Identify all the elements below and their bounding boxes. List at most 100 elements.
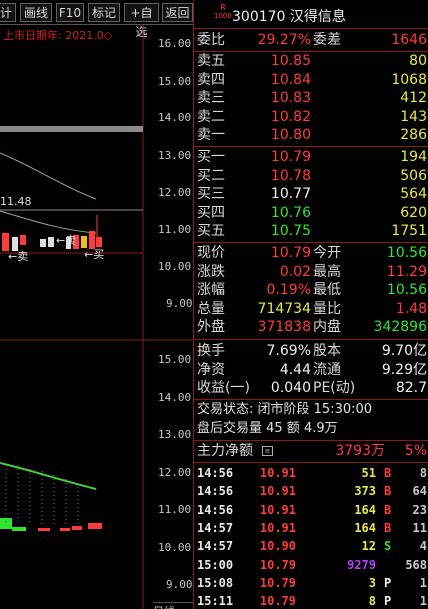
volume-bar [12, 527, 26, 531]
finance-value: 9.70亿 [381, 343, 427, 359]
list-icon[interactable]: ≡ [262, 446, 273, 456]
toolbar-button-mark[interactable]: 标记 [88, 3, 120, 22]
volume-bar [88, 523, 102, 529]
ask-price: 10.82 [270, 108, 311, 125]
ma-line-upper [0, 152, 97, 200]
bid-volume: 1751 [391, 223, 427, 239]
stat-label: 量比 [313, 300, 341, 317]
candle [20, 235, 26, 245]
toolbar-button-calc[interactable]: 计 [0, 3, 16, 22]
tick-price: 10.91 [259, 520, 296, 535]
toolbar-button-f10[interactable]: F10 [56, 3, 84, 22]
tick-time: 14:57 [197, 539, 234, 554]
bid-price: 10.78 [270, 167, 311, 184]
finance-value: 82.7 [395, 380, 427, 396]
volume-axis-label: 9.00 [166, 578, 193, 591]
toolbar-button-add-watchlist[interactable]: +自选 [124, 3, 159, 39]
stat-label: 总量 [197, 300, 225, 317]
after-hours-text: 盘后交易量 45 额 4.9万 [197, 421, 338, 436]
volume-bar [72, 526, 82, 530]
ask-label: 卖四 [197, 71, 225, 88]
price-axis-label: 12.00 [158, 186, 192, 199]
tick-volume: 3 [368, 575, 376, 590]
ask-label: 卖二 [197, 108, 225, 125]
tick-count: 1 [419, 575, 427, 590]
toolbar-button-back[interactable]: 返回 [162, 3, 193, 22]
bid-price: 10.79 [270, 149, 311, 165]
diff-label: 委差 [313, 32, 341, 48]
tick-time: 14:57 [197, 520, 234, 535]
tick-row: 14:57 10.91 164 B 11 [194, 519, 428, 537]
volume-axis-label: 15.00 [158, 353, 192, 366]
tab-daily[interactable]: 日线 [153, 602, 193, 609]
ask-row: 卖一 10.80 286 [194, 126, 428, 145]
bid-price: 10.75 [270, 223, 311, 239]
tick-price: 10.91 [259, 466, 296, 480]
tick-side: S [384, 539, 392, 554]
ask-price: 10.84 [270, 71, 311, 88]
kline-chart-area[interactable]: 上市日期年: 2021.0◇ 16.00 15.00 14.00 13.00 1… [0, 25, 193, 609]
stat-value: 10.79 [270, 245, 311, 261]
after-hours-volume: 盘后交易量 45 额 4.9万 [194, 420, 428, 439]
volume-axis-label: 11.00 [158, 503, 192, 516]
tick-price: 10.79 [259, 557, 296, 572]
bid-label: 买五 [197, 223, 225, 239]
tick-volume: 51 [361, 466, 376, 480]
stat-row: 现价 10.79 今开 10.56 [194, 244, 428, 263]
price-band-marker [0, 126, 143, 132]
stat-label: 涨跌 [197, 263, 225, 280]
tick-volume: 373 [354, 484, 376, 499]
bid-label: 买三 [197, 186, 225, 202]
toolbar-button-draw-line[interactable]: 画线 [20, 3, 52, 22]
diff-value: 1646 [391, 32, 427, 48]
volume-axis-label: 14.00 [158, 391, 192, 404]
main-net-pct: 5% [404, 443, 427, 459]
bid-label: 买二 [197, 167, 225, 184]
bid-row: 买四 10.76 620 [194, 204, 428, 223]
bid-label: 买四 [197, 204, 225, 221]
ask-label: 卖五 [197, 53, 225, 69]
ask-volume: 80 [409, 53, 427, 69]
ma-line-lower [0, 210, 97, 234]
ask-label: 卖三 [197, 90, 225, 106]
main-net-row[interactable]: 主力净额 ≡ 3793万 5% [194, 442, 428, 461]
tick-row: 15:08 10.79 3 P 1 [194, 574, 428, 592]
tick-price: 10.79 [259, 575, 296, 590]
finance-row: 收益(一) 0.040 PE(动) 82.7 [194, 379, 428, 398]
stat-label: 内盘 [313, 319, 341, 335]
finance-value: 0.040 [270, 380, 311, 396]
ask-volume: 143 [400, 108, 427, 125]
tick-price: 10.90 [259, 539, 296, 554]
stat-value: 11.29 [386, 263, 427, 280]
tick-price: 10.91 [259, 484, 296, 499]
price-axis-label: 13.00 [158, 149, 192, 162]
tick-time: 15:00 [197, 557, 234, 572]
stat-value: 371838 [257, 319, 311, 335]
ratio-label: 委比 [197, 32, 225, 48]
price-axis-label: 11.00 [158, 223, 192, 236]
stock-code-name: 300170 汉得信息 [232, 6, 346, 26]
ask-price: 10.85 [270, 53, 311, 69]
main-net-value: 3793万 [335, 443, 385, 459]
volume-ma-line [0, 462, 97, 490]
tick-row: 14:56 10.91 373 B 64 [194, 482, 428, 500]
volume-bars [0, 518, 102, 531]
ratio-value: 29.27% [257, 32, 311, 48]
price-axis-label: 14.00 [158, 111, 192, 124]
bid-volume: 506 [400, 167, 427, 184]
bid-volume: 564 [400, 186, 427, 202]
ask-row: 卖二 10.82 143 [194, 108, 428, 127]
stat-row: 总量 714734 量比 1.48 [194, 300, 428, 319]
ask-volume: 286 [400, 127, 427, 143]
stock-name: 汉得信息 [289, 9, 346, 25]
finance-label: PE(动) [313, 380, 356, 396]
chart-toolbar: 计 画线 F10 标记 +自选 返回 [0, 0, 193, 39]
tick-volume: 8 [368, 594, 376, 609]
stat-label: 涨幅 [197, 282, 225, 298]
tick-row: 14:57 10.90 12 S 4 [194, 537, 428, 555]
ask-row: 卖三 10.83 412 [194, 89, 428, 108]
tick-row: 15:00 10.79 9279 568 [194, 556, 428, 574]
ask-row: 卖四 10.84 1068 [194, 71, 428, 90]
tick-side: B [384, 466, 392, 480]
tick-row: 14:56 10.91 51 B 8 [194, 464, 428, 482]
